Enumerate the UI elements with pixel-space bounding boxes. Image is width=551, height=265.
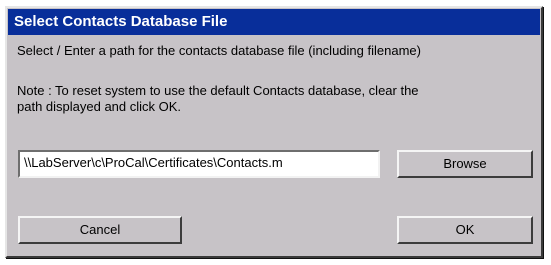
ok-button[interactable]: OK	[397, 216, 533, 244]
browse-button[interactable]: Browse	[397, 150, 533, 178]
select-contacts-dialog: Select Contacts Database File Select / E…	[5, 6, 543, 258]
dialog-title: Select Contacts Database File	[8, 9, 540, 35]
note-text-line1: Note : To reset system to use the defaul…	[17, 83, 419, 98]
path-input[interactable]: \\LabServer\c\ProCal\Certificates\Contac…	[18, 150, 380, 178]
instruction-text: Select / Enter a path for the contacts d…	[17, 43, 421, 58]
note-text-line2: path displayed and click OK.	[17, 99, 182, 114]
cancel-button[interactable]: Cancel	[18, 216, 182, 244]
